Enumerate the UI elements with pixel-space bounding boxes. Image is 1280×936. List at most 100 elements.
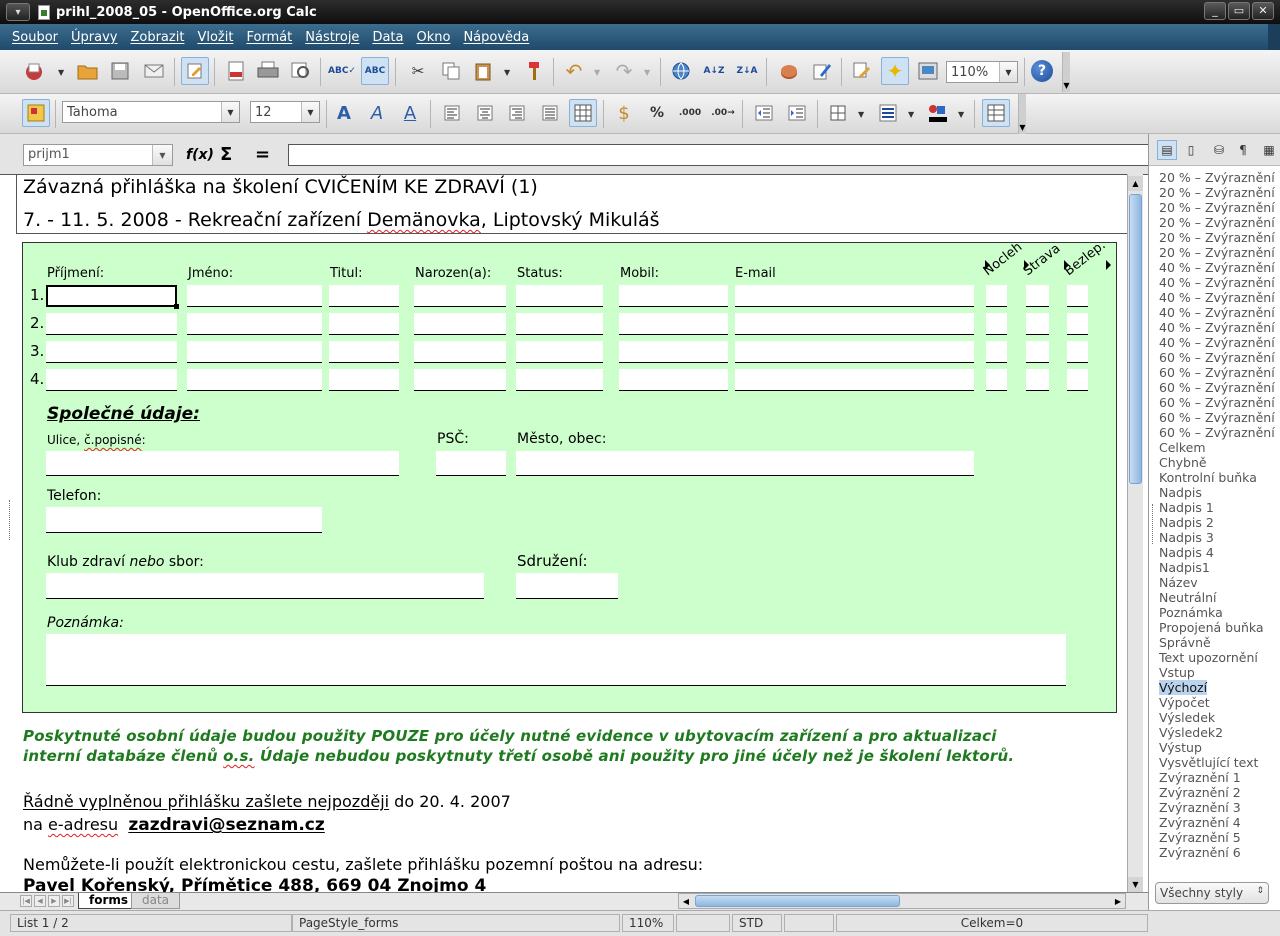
- gallery-icon[interactable]: [914, 57, 942, 85]
- function-equals-icon[interactable]: =: [255, 144, 270, 165]
- minimize-button[interactable]: _: [1204, 2, 1226, 20]
- update-style-icon[interactable]: ▦: [1259, 140, 1279, 160]
- participant-field[interactable]: [1067, 369, 1088, 391]
- first-sheet-icon[interactable]: |◀: [20, 895, 32, 907]
- menu-nastroje[interactable]: Nástroje: [305, 30, 359, 45]
- participant-field[interactable]: [187, 369, 322, 391]
- participant-field[interactable]: [516, 285, 603, 307]
- participant-field[interactable]: [516, 341, 603, 363]
- background-color-dropdown-icon[interactable]: ▼: [958, 110, 966, 119]
- participant-field[interactable]: [329, 341, 399, 363]
- style-item[interactable]: 20 % – Zvýraznění 2: [1159, 185, 1279, 200]
- print-preview-icon[interactable]: [287, 57, 315, 85]
- status-mode[interactable]: STD: [732, 914, 782, 932]
- maximize-button[interactable]: ▭: [1228, 2, 1250, 20]
- find-replace-icon[interactable]: [848, 57, 876, 85]
- new-style-icon[interactable]: ¶: [1233, 140, 1253, 160]
- new-document-icon[interactable]: [20, 57, 48, 85]
- chevron-down-icon[interactable]: ▼: [301, 102, 319, 122]
- export-pdf-icon[interactable]: [222, 57, 250, 85]
- style-item[interactable]: 40 % – Zvýraznění 2: [1159, 275, 1279, 290]
- participant-field[interactable]: [1026, 285, 1049, 307]
- redo-dropdown-icon[interactable]: ▼: [644, 68, 652, 77]
- copy-icon[interactable]: [437, 57, 465, 85]
- style-item[interactable]: 40 % – Zvýraznění 3: [1159, 290, 1279, 305]
- fill-format-icon[interactable]: ⛁: [1209, 140, 1229, 160]
- participant-field[interactable]: [414, 313, 506, 335]
- style-item[interactable]: 40 % – Zvýraznění 6: [1159, 335, 1279, 350]
- scroll-up-icon[interactable]: ▲: [1128, 176, 1143, 191]
- align-left-icon[interactable]: [438, 99, 466, 127]
- style-item[interactable]: 60 % – Zvýraznění 3: [1159, 380, 1279, 395]
- line-style-icon[interactable]: [874, 99, 902, 127]
- style-item[interactable]: 20 % – Zvýraznění 1: [1159, 170, 1279, 185]
- toolbar-overflow-icon[interactable]: ▼: [1018, 94, 1026, 134]
- style-item[interactable]: 20 % – Zvýraznění 5: [1159, 230, 1279, 245]
- participant-field[interactable]: [46, 341, 177, 363]
- new-dropdown-icon[interactable]: ▼: [58, 68, 66, 77]
- postcode-field[interactable]: [436, 451, 506, 476]
- note-field[interactable]: [46, 634, 1066, 686]
- style-item[interactable]: Propojená buňka: [1159, 620, 1279, 635]
- style-item[interactable]: Nadpis: [1159, 485, 1279, 500]
- style-item[interactable]: Nadpis 1: [1159, 500, 1279, 515]
- chevron-down-icon[interactable]: ▼: [152, 145, 172, 165]
- menu-okno[interactable]: Okno: [416, 30, 450, 45]
- bold-icon[interactable]: A: [330, 99, 358, 127]
- style-item[interactable]: Kontrolní buňka: [1159, 470, 1279, 485]
- participant-field[interactable]: [735, 369, 974, 391]
- participant-field[interactable]: [619, 369, 728, 391]
- participant-field[interactable]: [414, 369, 506, 391]
- participant-field[interactable]: [516, 369, 603, 391]
- participant-field[interactable]: [187, 341, 322, 363]
- style-item[interactable]: 60 % – Zvýraznění 2: [1159, 365, 1279, 380]
- show-draw-functions-icon[interactable]: [808, 57, 836, 85]
- menu-soubor[interactable]: Soubor: [12, 30, 58, 45]
- participant-field[interactable]: [1026, 369, 1049, 391]
- align-right-icon[interactable]: [503, 99, 531, 127]
- style-item[interactable]: Nadpis1: [1159, 560, 1279, 575]
- participant-field[interactable]: [1067, 285, 1088, 307]
- participant-field[interactable]: [735, 285, 974, 307]
- increase-indent-icon[interactable]: [783, 99, 811, 127]
- style-item[interactable]: Text upozornění: [1159, 650, 1279, 665]
- participant-field[interactable]: [735, 313, 974, 335]
- borders-dropdown-icon[interactable]: ▼: [858, 110, 866, 119]
- status-zoom[interactable]: 110%: [622, 914, 674, 932]
- redo-icon[interactable]: ↷: [610, 57, 638, 85]
- insert-chart-icon[interactable]: [775, 57, 803, 85]
- participant-field[interactable]: [414, 341, 506, 363]
- style-item[interactable]: Nadpis 2: [1159, 515, 1279, 530]
- style-item[interactable]: Zvýraznění 6: [1159, 845, 1279, 860]
- underline-icon[interactable]: A: [396, 99, 424, 127]
- add-decimal-icon[interactable]: .00→: [709, 99, 737, 127]
- participant-field[interactable]: [329, 285, 399, 307]
- chevron-down-icon[interactable]: ▼: [221, 102, 239, 122]
- comment-indicator[interactable]: [985, 260, 990, 270]
- format-paintbrush-icon[interactable]: [520, 57, 548, 85]
- style-item[interactable]: Výsledek2: [1159, 725, 1279, 740]
- comment-indicator[interactable]: [1064, 260, 1069, 270]
- function-wizard-icon[interactable]: f(x): [186, 147, 214, 163]
- style-item[interactable]: Nadpis 4: [1159, 545, 1279, 560]
- menu-vlozit[interactable]: Vložit: [197, 30, 233, 45]
- style-item[interactable]: Zvýraznění 2: [1159, 785, 1279, 800]
- menu-upravy[interactable]: Úpravy: [71, 30, 117, 45]
- style-item[interactable]: 40 % – Zvýraznění 5: [1159, 320, 1279, 335]
- city-field[interactable]: [516, 451, 974, 476]
- style-item[interactable]: Výpočet: [1159, 695, 1279, 710]
- participant-field[interactable]: [329, 313, 399, 335]
- participant-field[interactable]: [1067, 341, 1088, 363]
- sum-icon[interactable]: Σ: [220, 144, 232, 165]
- participant-field[interactable]: [1026, 341, 1049, 363]
- hyperlink-icon[interactable]: [667, 57, 695, 85]
- sheet-tab-data[interactable]: data: [131, 893, 181, 909]
- scroll-right-icon[interactable]: ▶: [1111, 894, 1125, 908]
- style-item[interactable]: 60 % – Zvýraznění 4: [1159, 395, 1279, 410]
- style-item[interactable]: Výstup: [1159, 740, 1279, 755]
- style-item[interactable]: Vysvětlující text: [1159, 755, 1279, 770]
- scroll-left-icon[interactable]: ◀: [679, 894, 693, 908]
- style-item[interactable]: Výsledek: [1159, 710, 1279, 725]
- menu-format[interactable]: Formát: [246, 30, 292, 45]
- comment-indicator[interactable]: [1106, 260, 1111, 270]
